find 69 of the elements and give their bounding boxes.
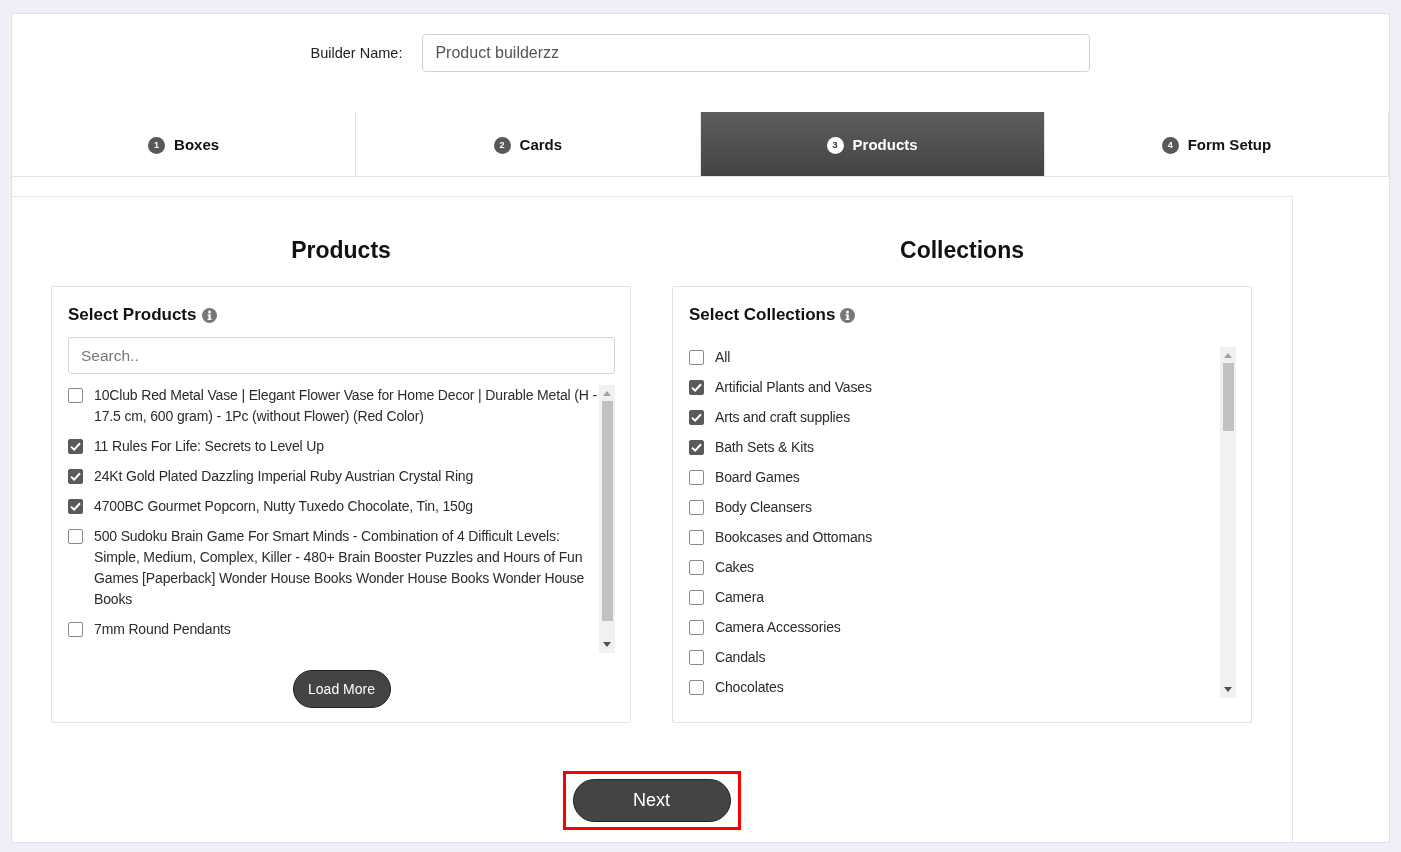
scroll-down-icon[interactable]	[603, 642, 611, 647]
step-tab[interactable]: 2 Cards	[356, 112, 700, 176]
checkbox-label: Artificial Plants and Vases	[715, 378, 872, 397]
check-icon	[70, 472, 81, 481]
checkbox[interactable]	[68, 388, 83, 403]
checkbox[interactable]	[689, 680, 704, 695]
panel-title: Select Collections	[689, 305, 836, 325]
step-tab[interactable]: 4 Form Setup	[1044, 112, 1388, 176]
step-tab[interactable]: 1 Boxes	[12, 112, 356, 176]
checkbox-label: Bookcases and Ottomans	[715, 528, 872, 547]
checkbox-label: Cakes	[715, 558, 754, 577]
step-number: 1	[148, 136, 166, 154]
step-tab[interactable]: 3 Products	[700, 112, 1044, 176]
check-icon	[691, 443, 702, 452]
scrollbar[interactable]	[599, 385, 615, 653]
checkbox-label: All	[715, 348, 731, 367]
checkbox-label: Bath Sets & Kits	[715, 438, 814, 457]
checkbox[interactable]	[689, 350, 704, 365]
checkbox-label: 24Kt Gold Plated Dazzling Imperial Ruby Austrian Crystal Ring	[94, 467, 474, 486]
step-number: 2	[493, 136, 511, 154]
checkbox-label: 7mm Round Pendants	[94, 620, 231, 639]
search-field[interactable]: Search..	[68, 337, 615, 374]
checkbox-label: Candals	[715, 648, 766, 667]
checkbox-label: Camera Accessories	[715, 618, 841, 637]
load-more-button[interactable]: Load More	[292, 670, 391, 708]
step-number: 4	[1161, 136, 1179, 154]
step-number: 3	[826, 136, 844, 154]
check-icon	[691, 383, 702, 392]
scroll-up-icon[interactable]	[1224, 353, 1232, 358]
checkbox[interactable]	[689, 560, 704, 575]
section-heading: Products	[291, 236, 391, 264]
checkbox[interactable]	[68, 499, 83, 514]
checkbox-label: 10Club Red Metal Vase | Elegant Flower Vase for Home Decor | Durable Metal (H - 17.5 cm, 600 gram) - 1Pc (without Flower) (Red Color)	[94, 386, 598, 426]
check-icon	[691, 413, 702, 422]
checkbox-label: 500 Sudoku Brain Game For Smart Minds - Combination of 4 Difficult Levels: Simple, Medium, Complex, Killer - 480+ Brain Booster Puzzles and Hours of Fun Games [Paperback] Wonder House Books Wonder House Books Wonder House Books	[94, 527, 586, 609]
checkbox-label: Chocolates	[715, 678, 784, 697]
checkbox[interactable]	[68, 529, 83, 544]
checkbox[interactable]	[68, 622, 83, 637]
checkbox-label: 11 Rules For Life: Secrets to Level Up	[94, 437, 324, 456]
checkbox[interactable]	[689, 590, 704, 605]
checkbox[interactable]	[689, 620, 704, 635]
check-icon	[70, 442, 81, 451]
checkbox[interactable]	[68, 439, 83, 454]
field-label: Builder Name:	[310, 44, 403, 63]
checkbox[interactable]	[689, 380, 704, 395]
panel-title: Select Products	[68, 305, 197, 325]
next-button[interactable]: Next	[572, 779, 731, 822]
checkbox-label: Camera	[715, 588, 764, 607]
checkbox[interactable]	[689, 650, 704, 665]
scrollbar-thumb[interactable]	[601, 401, 613, 621]
checkbox[interactable]	[689, 470, 704, 485]
checkbox[interactable]	[689, 500, 704, 515]
scrollbar-thumb[interactable]	[1222, 363, 1234, 431]
checkbox-label: Body Cleansers	[715, 498, 812, 517]
scroll-down-icon[interactable]	[1224, 687, 1232, 692]
checkbox-label: 4700BC Gourmet Popcorn, Nutty Tuxedo Chocolate, Tin, 150g	[94, 497, 473, 516]
info-icon	[840, 307, 856, 323]
checkbox-label: Board Games	[715, 468, 800, 487]
scrollbar[interactable]	[1220, 347, 1236, 698]
name-field[interactable]: Product builderzz	[422, 34, 1091, 72]
checkbox[interactable]	[689, 530, 704, 545]
info-icon	[201, 307, 217, 323]
checkbox[interactable]	[689, 440, 704, 455]
checkbox-label: Arts and craft supplies	[715, 408, 851, 427]
checkbox[interactable]	[689, 410, 704, 425]
scroll-up-icon[interactable]	[603, 391, 611, 396]
section-heading: Collections	[900, 236, 1024, 264]
check-icon	[70, 502, 81, 511]
checkbox[interactable]	[68, 469, 83, 484]
